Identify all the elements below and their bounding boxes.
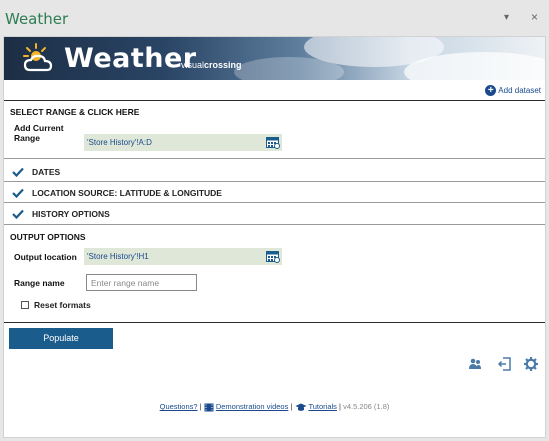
divider xyxy=(4,224,545,225)
footer-links: Questions? | Demonstration videos | Tuto… xyxy=(4,402,545,412)
add-dataset-button[interactable]: + Add dataset xyxy=(485,85,541,96)
output-location-label: Output location xyxy=(14,252,77,262)
add-dataset-label: Add dataset xyxy=(498,86,541,95)
tutorials-link[interactable]: Tutorials xyxy=(308,402,336,411)
weather-addin-panel: Weather visualcrossing + Add dataset SEL… xyxy=(3,36,546,438)
reset-formats-checkbox[interactable] xyxy=(21,301,29,309)
divider xyxy=(4,202,545,203)
current-range-field[interactable]: 'Store History'!A:D xyxy=(84,134,282,151)
footer-separator: | xyxy=(339,402,341,411)
output-location-field[interactable]: 'Store History'!H1 xyxy=(84,248,282,265)
pane-options-button[interactable]: ▾ xyxy=(504,12,509,23)
sign-out-icon[interactable] xyxy=(498,357,512,371)
weather-banner: Weather visualcrossing xyxy=(4,37,545,80)
window-titlebar: Weather ▾ × xyxy=(0,0,549,36)
checkmark-icon xyxy=(12,188,24,198)
range-picker-icon[interactable] xyxy=(266,136,280,149)
questions-link[interactable]: Questions? xyxy=(160,402,198,411)
banner-cloud xyxy=(234,57,344,80)
checkmark-icon xyxy=(12,167,24,177)
output-options-heading: OUTPUT OPTIONS xyxy=(10,232,86,242)
banner-brand: Weather xyxy=(64,43,197,74)
divider xyxy=(4,322,545,323)
demonstration-videos-link[interactable]: Demonstration videos xyxy=(216,402,289,411)
range-name-label: Range name xyxy=(14,278,65,288)
range-picker-icon[interactable] xyxy=(266,250,280,263)
output-location-value: 'Store History'!H1 xyxy=(87,252,149,261)
vendor-logo-text: visualcrossing xyxy=(181,60,242,70)
plus-circle-icon: + xyxy=(485,85,497,96)
section-location-source-toggle[interactable]: LOCATION SOURCE: LATITUDE & LONGITUDE xyxy=(12,188,222,198)
section-history-options-label: HISTORY OPTIONS xyxy=(32,209,110,219)
select-range-heading: SELECT RANGE & CLICK HERE xyxy=(10,107,140,117)
footer-separator: | xyxy=(290,402,293,411)
add-current-range-label: Add Current Range xyxy=(14,123,64,143)
footer-separator: | xyxy=(199,402,202,411)
window-title: Weather xyxy=(5,10,69,28)
sun-cloud-icon xyxy=(23,43,53,72)
users-icon[interactable] xyxy=(468,357,482,371)
section-dates-label: DATES xyxy=(32,167,61,177)
divider xyxy=(4,100,545,101)
version-label: v4.5.206 (1.8) xyxy=(343,402,390,411)
section-location-source-label: LOCATION SOURCE: LATITUDE & LONGITUDE xyxy=(32,188,222,198)
reset-formats-option[interactable]: Reset formats xyxy=(21,300,91,310)
range-name-input[interactable] xyxy=(86,274,197,291)
reset-formats-label: Reset formats xyxy=(34,300,91,310)
gear-icon[interactable] xyxy=(524,357,538,371)
graduation-cap-icon xyxy=(295,403,306,411)
film-icon xyxy=(204,403,214,412)
populate-button[interactable]: Populate xyxy=(9,328,113,349)
checkmark-icon xyxy=(12,209,24,219)
divider xyxy=(4,158,545,159)
close-pane-button[interactable]: × xyxy=(531,10,538,24)
section-history-options-toggle[interactable]: HISTORY OPTIONS xyxy=(12,209,110,219)
section-dates-toggle[interactable]: DATES xyxy=(12,167,60,177)
divider xyxy=(4,181,545,182)
current-range-value: 'Store History'!A:D xyxy=(87,138,152,147)
